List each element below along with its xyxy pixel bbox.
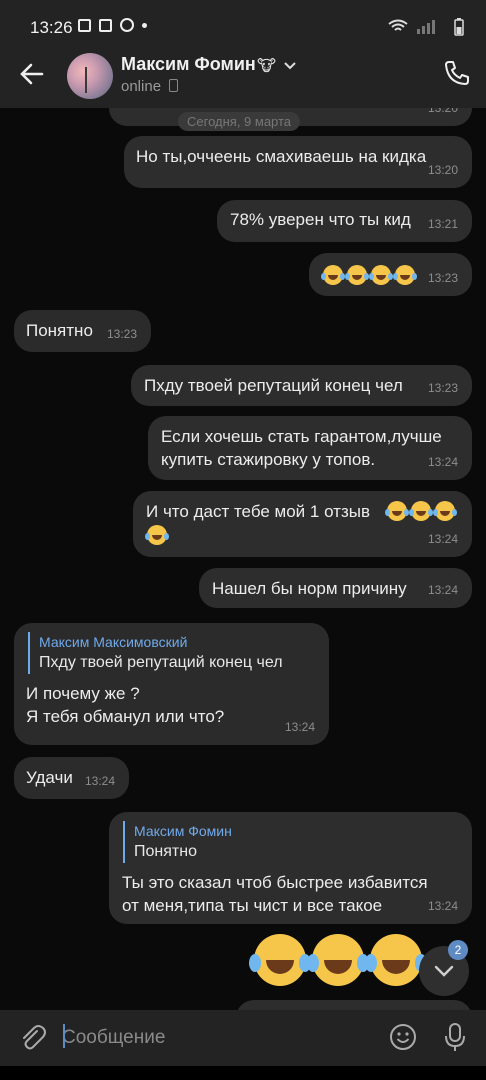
- message-time: 13:24: [284, 720, 315, 734]
- laughing-emoji-icon: [365, 934, 422, 986]
- reply-author: Максим Максимовский: [39, 634, 188, 650]
- message-text: Удачи: [26, 768, 73, 787]
- system-icons: [388, 18, 464, 36]
- paperclip-icon[interactable]: [16, 1022, 48, 1054]
- microphone-icon[interactable]: [440, 1021, 470, 1053]
- battery-icon: [454, 18, 464, 36]
- laughing-emoji-icon: [433, 501, 455, 521]
- message-text: Но ты,оччеень смахиваешь на кидка: [136, 147, 427, 166]
- message-time: 13:20: [427, 108, 458, 115]
- message-bubble-incoming[interactable]: Удачи 13:24: [14, 757, 129, 799]
- message-bubble[interactable]: [236, 1000, 472, 1010]
- chevron-down-icon[interactable]: [283, 58, 297, 72]
- message-text-line: Я тебя обманул или что?: [26, 707, 225, 726]
- laughing-emoji-icon: [145, 525, 167, 545]
- laughing-emoji-icon: [307, 934, 364, 986]
- laughing-emoji-icon: [369, 265, 391, 285]
- reply-text: Пхду твоей репутаций конец чел: [39, 654, 283, 671]
- message-bubble[interactable]: 13:23: [309, 253, 472, 296]
- text-cursor: [63, 1024, 65, 1048]
- laughing-emoji-icon: [409, 501, 431, 521]
- message-text-line: Ты это сказал чтоб быстрее избавится: [122, 873, 428, 892]
- laughing-emoji-icon: [345, 265, 367, 285]
- laughing-emoji-icon: [321, 265, 343, 285]
- message-time: 13:24: [427, 899, 458, 913]
- wifi-icon: [388, 19, 408, 31]
- gallery-icon: [78, 18, 91, 32]
- mobile-device-icon: [169, 79, 178, 92]
- message-text: 78% уверен что ты кид: [230, 210, 411, 229]
- contact-name[interactable]: Максим Фомин: [121, 54, 256, 75]
- message-bubble-incoming[interactable]: Понятно 13:23: [14, 310, 151, 352]
- emoji-sequence: [145, 525, 167, 545]
- message-text: Пхду твоей репутаций конец чел: [144, 376, 403, 395]
- emoji-sequence: [385, 501, 455, 521]
- message-bubble[interactable]: Если хочешь стать гарантом,лучше купить …: [148, 416, 472, 480]
- signal-icon: [417, 20, 435, 34]
- laughing-emoji-icon: [249, 934, 306, 986]
- reply-text: Понятно: [134, 843, 197, 860]
- message-time: 13:24: [427, 455, 458, 469]
- sync-icon: [120, 18, 134, 32]
- message-text-line: И почему же ?: [26, 684, 140, 703]
- system-nav-bar: [0, 1066, 486, 1080]
- notification-icons: [78, 18, 147, 32]
- message-time: 13:20: [427, 163, 458, 177]
- laughing-emoji-icon: [385, 501, 407, 521]
- message-icon: [99, 18, 112, 32]
- message-bubble-incoming[interactable]: Максим Максимовский Пхду твоей репутаций…: [14, 623, 329, 745]
- emoji-sequence: [321, 265, 415, 285]
- phone-call-icon[interactable]: [442, 58, 472, 88]
- message-bubble[interactable]: Но ты,оччеень смахиваешь на кидка 13:20: [124, 136, 472, 188]
- message-time: 13:21: [427, 217, 458, 231]
- chat-header: Максим Фомин 🐮 online: [0, 40, 486, 108]
- smiley-icon[interactable]: [388, 1022, 418, 1052]
- message-text-line: Если хочешь стать гарантом,лучше: [161, 427, 442, 446]
- message-time: 13:23: [106, 327, 137, 341]
- reply-quote[interactable]: Максим Максимовский Пхду твоей репутаций…: [28, 632, 318, 674]
- status-time: 13:26: [30, 18, 73, 37]
- more-notifications-dot: [142, 22, 147, 28]
- message-text: Нашел бы норм причину: [212, 579, 407, 598]
- message-text-line: от меня,типа ты чист и все такое: [122, 896, 383, 915]
- message-input[interactable]: [62, 1024, 362, 1052]
- message-bubble[interactable]: Нашел бы норм причину 13:24: [199, 568, 472, 608]
- message-bubble[interactable]: И что даст тебе мой 1 отзыв 13:24: [133, 491, 472, 557]
- message-bubble[interactable]: Пхду твоей репутаций конец чел 13:23: [131, 365, 472, 406]
- unread-badge: 2: [448, 940, 468, 960]
- message-time: 13:24: [84, 774, 115, 788]
- emoji-message[interactable]: [249, 934, 422, 986]
- message-text: И что даст тебе мой 1 отзыв: [146, 502, 370, 521]
- message-bubble[interactable]: 78% уверен что ты кид 13:21: [217, 200, 472, 242]
- message-text: Понятно: [26, 321, 93, 340]
- message-time: 13:23: [427, 271, 458, 285]
- message-time: 13:23: [427, 381, 458, 395]
- message-composer: [0, 1010, 486, 1066]
- back-arrow-icon[interactable]: [16, 58, 48, 90]
- laughing-emoji-icon: [393, 265, 415, 285]
- message-time: 13:24: [427, 583, 458, 597]
- name-emoji: 🐮: [257, 58, 276, 75]
- message-text-line: купить стажировку у топов.: [161, 450, 376, 469]
- reply-quote[interactable]: Максим Фомин Понятно: [123, 821, 443, 863]
- contact-status: online: [121, 78, 162, 95]
- reply-author: Максим Фомин: [134, 823, 232, 839]
- date-separator: Сегодня, 9 марта: [178, 112, 301, 131]
- message-list[interactable]: 13:20 Сегодня, 9 марта Но ты,оччеень сма…: [0, 108, 486, 1010]
- message-bubble[interactable]: Максим Фомин Понятно Ты это сказал чтоб …: [109, 812, 472, 924]
- avatar[interactable]: [67, 53, 113, 99]
- message-time: 13:24: [427, 532, 458, 546]
